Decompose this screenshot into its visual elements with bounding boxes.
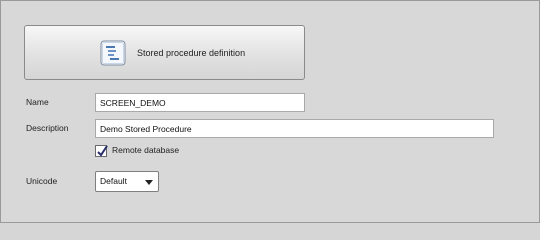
procedure-definition-icon [100, 40, 126, 66]
name-label: Name [26, 97, 49, 107]
checkmark-icon [97, 145, 108, 157]
name-field[interactable] [95, 93, 305, 112]
remote-database-label: Remote database [112, 145, 180, 155]
remote-database-option[interactable]: Remote database [95, 145, 179, 157]
description-label: Description [26, 123, 69, 133]
unicode-label: Unicode [26, 176, 58, 186]
stored-procedure-definition-button[interactable]: Stored procedure definition [24, 25, 305, 80]
unicode-select[interactable]: Default [95, 171, 159, 192]
header-title: Stored procedure definition [137, 48, 246, 58]
remote-database-checkbox[interactable] [95, 145, 108, 157]
chevron-down-icon [145, 180, 153, 185]
unicode-select-value: Default [100, 176, 127, 186]
description-field[interactable] [95, 119, 494, 138]
